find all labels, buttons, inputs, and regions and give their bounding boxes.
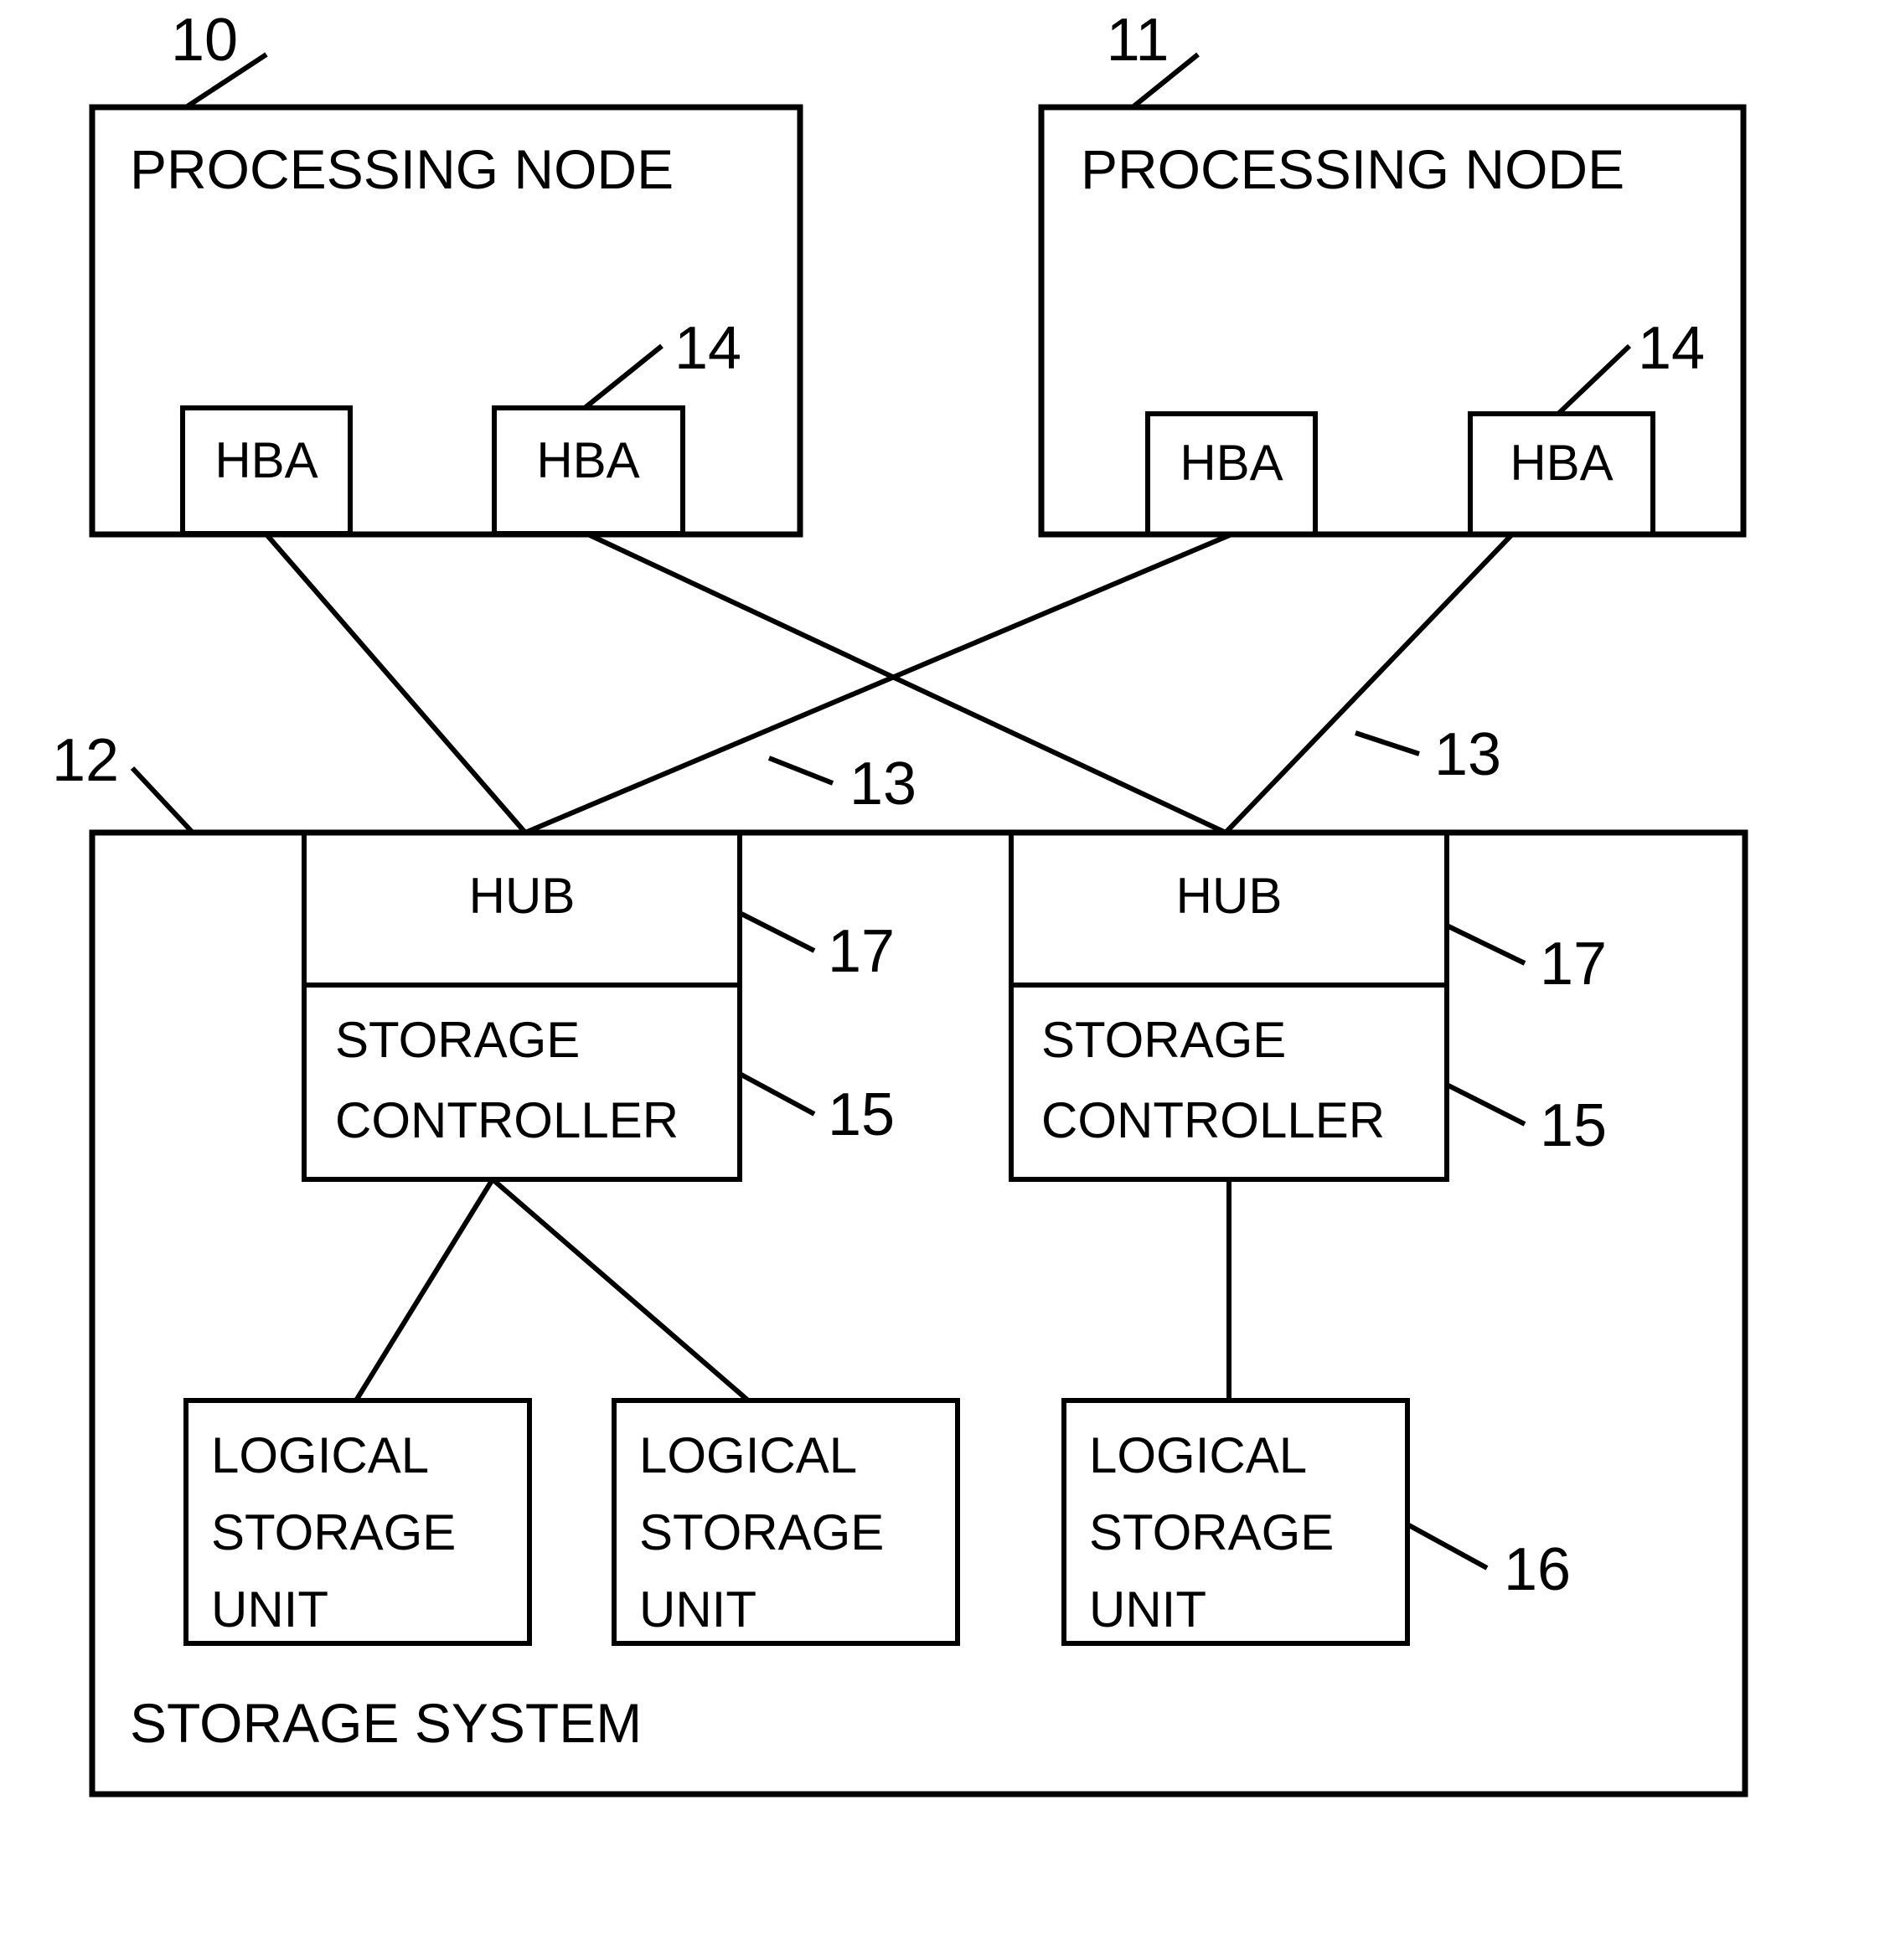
ref-13-right-leader: [1355, 730, 1420, 756]
storage-controller-left-label-line2: CONTROLLER: [335, 1092, 679, 1148]
ref-13-left-group: 13: [767, 750, 917, 818]
ref-13-left-leader: [767, 756, 834, 786]
logical-storage-unit-1-group: LOGICAL STORAGE UNIT: [183, 1398, 532, 1646]
hba-left-2-label: HBA: [536, 432, 639, 488]
ref-17-right-leader: [1445, 923, 1526, 966]
lsu-2-label-line3: UNIT: [639, 1581, 756, 1638]
ref-15-right-label: 15: [1540, 1092, 1607, 1159]
patent-figure: PROCESSING NODE 10 HBA HBA 14 PROCESSING…: [0, 0, 1895, 1960]
lsu-1-label-line2: STORAGE: [211, 1504, 456, 1560]
storage-controller-left-group: STORAGE CONTROLLER 15: [302, 983, 895, 1182]
logical-storage-unit-3-group: LOGICAL STORAGE UNIT 16: [1061, 1398, 1571, 1646]
storage-controller-left-label-line1: STORAGE: [335, 1012, 580, 1068]
ref-17-right-label: 17: [1540, 931, 1607, 998]
processing-node-left-group: PROCESSING NODE 10: [89, 7, 803, 538]
hba-right-1-group: HBA: [1145, 411, 1318, 537]
logical-storage-unit-2-group: LOGICAL STORAGE UNIT: [612, 1398, 960, 1646]
hub-right-label: HUB: [1176, 868, 1283, 924]
hba-left-1-label: HBA: [214, 432, 318, 488]
storage-controller-right-label-line1: STORAGE: [1041, 1012, 1286, 1068]
lsu-3-label-line1: LOGICAL: [1089, 1427, 1307, 1483]
ref-14-right-label: 14: [1638, 315, 1705, 382]
hba-right-2-group: HBA 14: [1468, 315, 1705, 537]
fabric-link-lhba1-to-lhub[interactable]: [264, 533, 528, 834]
processing-node-left-label: PROCESSING NODE: [130, 138, 674, 200]
ref-15-right-leader: [1445, 1082, 1526, 1127]
hub-right-group: HUB 17: [1009, 830, 1607, 998]
ref-13-right-label: 13: [1434, 721, 1501, 788]
processing-node-right-label: PROCESSING NODE: [1081, 138, 1624, 200]
hub-left-group: HUB 17: [302, 830, 895, 988]
lsu-3-label-line2: STORAGE: [1089, 1504, 1334, 1560]
ref-15-left-leader: [738, 1071, 816, 1117]
storage-controller-right-label-line2: CONTROLLER: [1041, 1092, 1385, 1148]
ref-12-leader: [130, 766, 195, 835]
hba-left-2-group: HBA 14: [492, 315, 741, 536]
ref-15-left-label: 15: [828, 1081, 895, 1148]
ref-17-left-label: 17: [828, 918, 895, 985]
hba-left-1-group: HBA: [180, 405, 353, 536]
lsu-1-label-line1: LOGICAL: [211, 1427, 429, 1483]
ref-14-left-label: 14: [674, 315, 741, 382]
hub-left-label: HUB: [469, 868, 576, 924]
ref-13-right-group: 13: [1355, 721, 1501, 788]
link-lcontroller-to-lsu1[interactable]: [354, 1178, 495, 1402]
link-lcontroller-to-lsu2[interactable]: [491, 1177, 750, 1403]
storage-system-label: STORAGE SYSTEM: [130, 1692, 642, 1754]
ref-16-leader: [1406, 1522, 1489, 1571]
ref-10-label: 10: [171, 7, 238, 74]
ref-14-left-leader: [583, 343, 664, 410]
ref-12-group: 12: [52, 727, 195, 835]
lsu-1-label-line3: UNIT: [211, 1581, 328, 1638]
ref-13-left-label: 13: [849, 750, 917, 818]
diagram-canvas: PROCESSING NODE 10 HBA HBA 14 PROCESSING…: [52, 7, 1748, 1798]
lsu-2-label-line2: STORAGE: [639, 1504, 884, 1560]
hba-right-1-label: HBA: [1180, 435, 1283, 491]
ref-17-left-leader: [738, 910, 816, 953]
ref-12-label: 12: [52, 727, 119, 794]
storage-controller-right-group: STORAGE CONTROLLER 15: [1009, 983, 1607, 1182]
lsu-3-label-line3: UNIT: [1089, 1581, 1206, 1638]
ref-14-right-leader: [1556, 343, 1632, 416]
hba-right-2-label: HBA: [1510, 435, 1613, 491]
ref-11-label: 11: [1107, 7, 1170, 74]
ref-16-label: 16: [1504, 1536, 1571, 1603]
lsu-2-label-line1: LOGICAL: [639, 1427, 857, 1483]
storage-system-box[interactable]: [89, 829, 1748, 1798]
